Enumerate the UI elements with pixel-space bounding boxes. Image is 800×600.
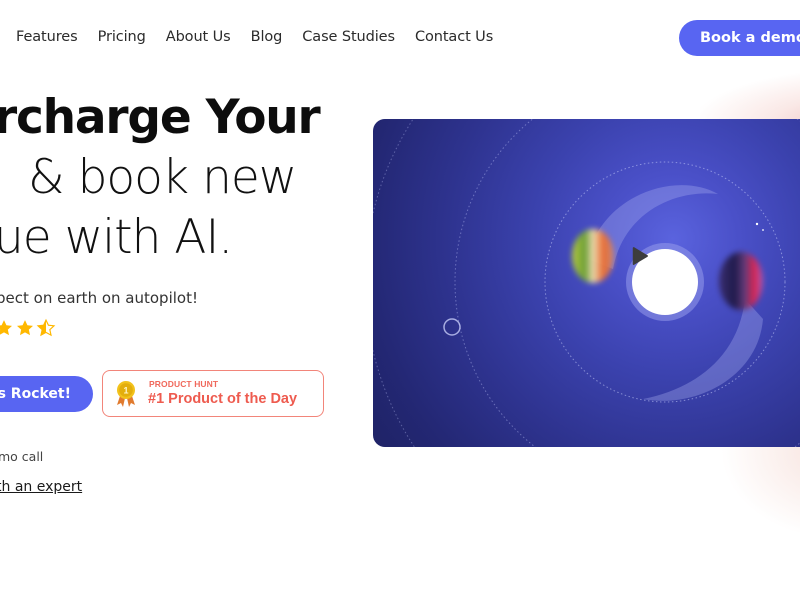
sparkle (755, 222, 759, 226)
talk-to-expert-link[interactable]: th an expert (0, 479, 82, 495)
play-button-inner (632, 247, 698, 315)
play-icon (632, 247, 648, 265)
demo-call-note: mo call (0, 449, 44, 464)
product-hunt-title: #1 Product of the Day (148, 391, 298, 407)
star-full-icon (17, 320, 33, 336)
nav-link-blog[interactable]: Blog (251, 29, 283, 45)
product-hunt-badge[interactable]: 1 PRODUCT HUNT #1 Product of the Day (102, 370, 324, 417)
star-full-icon (0, 320, 13, 336)
hero-headline: rcharge Your & book new ue with AI. (0, 88, 321, 268)
nav-link-case-studies[interactable]: Case Studies (302, 29, 395, 45)
star-half-icon (36, 318, 56, 337)
nav-link-features[interactable]: Features (16, 29, 78, 45)
nav-links: Features Pricing About Us Blog Case Stud… (16, 29, 493, 45)
nav-link-pricing[interactable]: Pricing (98, 29, 146, 45)
avatar-orb (572, 229, 614, 283)
headline-line-1: rcharge Your (0, 90, 321, 145)
headline-line-2: & book new (28, 150, 297, 205)
nav-link-about-us[interactable]: About Us (166, 29, 231, 45)
book-demo-button[interactable]: Book a demo (679, 20, 800, 56)
play-button[interactable] (626, 243, 704, 321)
top-navigation: Features Pricing About Us Blog Case Stud… (0, 0, 800, 76)
sparkle (762, 229, 764, 231)
medal-icon: 1 (117, 381, 135, 407)
decorative-glow (720, 440, 800, 540)
avatar-orb (719, 252, 763, 310)
star-rating (0, 318, 56, 338)
headline-line-3: ue with AI. (0, 210, 233, 265)
video-player[interactable] (373, 119, 800, 447)
product-hunt-eyebrow: PRODUCT HUNT (149, 379, 219, 389)
primary-cta-button[interactable]: t's Rocket! (0, 376, 93, 412)
medal-number: 1 (123, 386, 128, 396)
small-ring-icon (443, 318, 461, 336)
nav-link-contact-us[interactable]: Contact Us (415, 29, 493, 45)
hero-subtext: pect on earth on autopilot! (0, 289, 198, 307)
